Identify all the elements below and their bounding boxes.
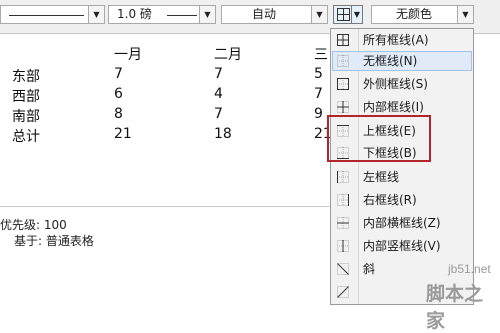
menu-item-label: 上框线(E) — [363, 124, 416, 138]
menu-item-label: 所有框线(A) — [363, 33, 429, 47]
menu-item-label: 右框线(R) — [363, 193, 417, 207]
chevron-down-icon[interactable]: ▼ — [88, 6, 104, 23]
left-border-icon — [337, 171, 349, 183]
line-width-dropdown[interactable]: 1.0 磅 ▼ — [108, 5, 216, 24]
no-border-icon — [337, 55, 349, 67]
divider — [0, 206, 330, 207]
menu-item-label: 无框线(N) — [363, 54, 418, 68]
line-width-value: 1.0 磅 — [117, 7, 152, 21]
menu-item-top-border[interactable]: 上框线(E) — [332, 121, 472, 141]
menu-item-right-border[interactable]: 右框线(R) — [332, 190, 472, 210]
line-width-sample — [167, 15, 197, 16]
shading-color-value: 无颜色 — [396, 7, 433, 21]
shading-color-dropdown[interactable]: 无颜色 ▼ — [371, 5, 474, 24]
row-label: 西部 — [12, 89, 40, 105]
menu-item-label: 外侧框线(S) — [363, 77, 428, 91]
column-header: 二月 — [214, 47, 242, 63]
watermark-site: jb51.net — [448, 262, 491, 276]
menu-item-inside-vertical-border[interactable]: 内部竖框线(V) — [332, 236, 472, 256]
inside-horizontal-border-icon — [337, 217, 349, 229]
menu-item-all-borders[interactable]: 所有框线(A) — [332, 30, 472, 50]
table-cell: 7 — [214, 106, 223, 122]
table-cell: 6 — [114, 86, 123, 102]
table-cell: 8 — [114, 106, 123, 122]
menu-item-label: 左框线 — [363, 170, 400, 184]
outside-borders-icon — [337, 78, 349, 90]
inside-vertical-border-icon — [337, 240, 349, 252]
table-cell: 9 — [314, 106, 323, 122]
borders-button[interactable]: ▼ — [333, 5, 363, 24]
all-borders-icon — [337, 8, 350, 21]
chevron-down-icon[interactable]: ▼ — [457, 6, 473, 23]
menu-item-label: 内部竖框线(V) — [363, 239, 441, 253]
diagonal-down-border-icon — [337, 263, 349, 275]
menu-item-outside-borders[interactable]: 外侧框线(S) — [332, 74, 472, 94]
inside-borders-icon — [337, 101, 349, 113]
table-cell: 5 — [314, 66, 323, 82]
row-label: 南部 — [12, 109, 40, 125]
chevron-down-icon[interactable]: ▼ — [311, 6, 327, 23]
table-cell: 7 — [114, 66, 123, 82]
right-border-icon — [337, 194, 349, 206]
pen-color-dropdown[interactable]: 自动 ▼ — [221, 5, 328, 24]
top-border-icon — [337, 125, 349, 137]
watermark-name: 脚本之家 — [426, 283, 484, 332]
all-borders-icon — [337, 34, 349, 46]
menu-item-label: 下框线(B) — [363, 146, 417, 160]
diagonal-up-border-icon — [337, 286, 349, 298]
chevron-down-icon[interactable]: ▼ — [351, 6, 362, 23]
menu-item-label: 内部框线(I) — [363, 100, 424, 114]
style-based-on: 基于: 普通表格 — [14, 234, 94, 248]
line-style-dropdown[interactable]: ▼ — [0, 5, 105, 24]
table-cell: 21 — [114, 126, 132, 142]
row-label: 东部 — [12, 69, 40, 85]
table-cell: 7 — [214, 66, 223, 82]
style-priority: 优先级: 100 — [0, 218, 67, 232]
table-cell: 18 — [214, 126, 232, 142]
bottom-border-icon — [337, 147, 349, 159]
chevron-down-icon[interactable]: ▼ — [199, 6, 215, 23]
column-header: 一月 — [114, 47, 142, 63]
line-style-sample — [9, 15, 84, 16]
menu-item-label: 内部横框线(Z) — [363, 216, 441, 230]
menu-item-label: 斜 — [363, 262, 376, 276]
pen-color-value: 自动 — [252, 7, 277, 21]
menu-item-no-border[interactable]: 无框线(N) — [332, 51, 472, 71]
row-label: 总计 — [12, 129, 40, 145]
menu-item-left-border[interactable]: 左框线 — [332, 167, 472, 187]
table-cell: 4 — [214, 86, 223, 102]
column-header: 三 — [314, 47, 328, 63]
table-cell: 7 — [314, 86, 323, 102]
menu-item-inside-borders[interactable]: 内部框线(I) — [332, 97, 472, 117]
menu-item-bottom-border[interactable]: 下框线(B) — [332, 143, 472, 163]
menu-item-inside-horizontal-border[interactable]: 内部横框线(Z) — [332, 213, 472, 233]
table-preview: 一月 二月 三 东部 7 7 5 西部 6 4 7 南部 8 7 9 总计 21… — [0, 34, 332, 204]
